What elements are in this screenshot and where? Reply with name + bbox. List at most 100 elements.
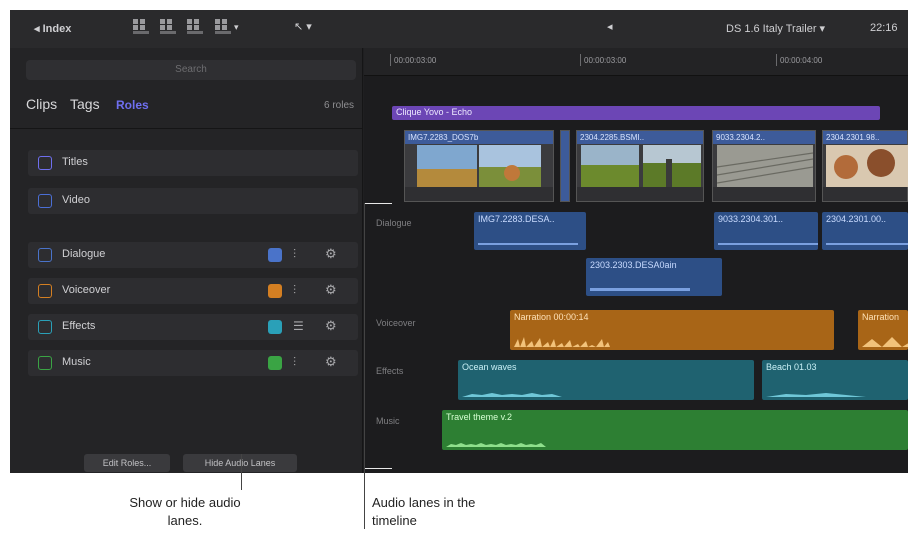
- role-row-voiceover[interactable]: Voiceover ⫶ ⚙: [28, 278, 358, 304]
- role-row-titles[interactable]: Titles: [28, 150, 358, 176]
- lane-label: Effects: [376, 366, 404, 376]
- checkbox-icon[interactable]: [38, 156, 52, 170]
- edit-roles-button[interactable]: Edit Roles...: [84, 454, 170, 472]
- checkbox-icon[interactable]: [38, 356, 52, 370]
- filmstrip-view-icon[interactable]: [160, 19, 176, 37]
- collapse-lane-icon[interactable]: ☰: [293, 319, 304, 333]
- toolbar: ◂ Index ▾ ↖ ▾ ◂ DS 1.6 Italy Trailer ▾ 2…: [10, 10, 908, 48]
- lane-marker-top: [364, 203, 392, 204]
- ruler-timecode: 00:00:03:00: [584, 56, 627, 65]
- clip-name: 9033.2304.2..: [713, 131, 815, 144]
- voiceover-lane: Voiceover Narration 00:00:14 Narration: [364, 308, 908, 350]
- focus-lane-icon[interactable]: [268, 356, 282, 370]
- audio-clip[interactable]: Travel theme v.2: [442, 410, 908, 450]
- clip-name: 2304.2285.BSMI..: [577, 131, 703, 144]
- role-label: Dialogue: [62, 248, 106, 260]
- role-label: Music: [62, 356, 91, 368]
- tab-tags[interactable]: Tags: [70, 96, 100, 112]
- clip-thumbnail: [826, 145, 908, 187]
- audio-clip[interactable]: Narration 00:00:14: [510, 310, 834, 350]
- focus-lane-icon[interactable]: [268, 320, 282, 334]
- title-clip-label: Clique Yovo - Echo: [396, 107, 473, 117]
- audio-clip[interactable]: 9033.2304.301..: [714, 212, 818, 250]
- audio-clip[interactable]: IMG7.2283.DESA..: [474, 212, 586, 250]
- back-icon[interactable]: ◂: [607, 20, 613, 33]
- gear-icon[interactable]: ⚙: [325, 282, 337, 298]
- role-row-dialogue[interactable]: Dialogue ⫶ ⚙: [28, 242, 358, 268]
- chevron-down-icon[interactable]: ▾: [234, 22, 239, 33]
- audio-view-icon[interactable]: [215, 19, 231, 37]
- dialogue-lane: Dialogue IMG7.2283.DESA.. 9033.2304.301.…: [364, 208, 908, 300]
- collapse-lane-icon[interactable]: ⫶: [293, 247, 296, 262]
- video-clip[interactable]: 9033.2304.2..: [712, 130, 816, 202]
- role-label: Effects: [62, 320, 96, 332]
- clip-name: Beach 01.03: [766, 362, 817, 372]
- tab-roles[interactable]: Roles: [116, 98, 149, 112]
- library-toggle-button[interactable]: ◂ Index: [28, 21, 77, 37]
- clip-name: Narration 00:00:14: [514, 312, 589, 322]
- final-cut-window: ◂ Index ▾ ↖ ▾ ◂ DS 1.6 Italy Trailer ▾ 2…: [10, 10, 908, 473]
- video-clip[interactable]: 2304.2301.98..: [822, 130, 908, 202]
- lane-label: Music: [376, 416, 400, 426]
- effects-lane: Effects Ocean waves Beach 01.03: [364, 358, 908, 400]
- role-row-music[interactable]: Music ⫶ ⚙: [28, 350, 358, 376]
- divider: [10, 128, 363, 129]
- clip-view-icon[interactable]: [133, 19, 149, 37]
- audio-clip[interactable]: 2303.2303.DESA0ain: [586, 258, 722, 296]
- collapse-lane-icon[interactable]: ⫶: [293, 283, 296, 298]
- collapse-lane-icon[interactable]: ⫶: [293, 355, 296, 370]
- audio-clip[interactable]: 2304.2301.00..: [822, 212, 908, 250]
- audio-clip[interactable]: Beach 01.03: [762, 360, 908, 400]
- gear-icon[interactable]: ⚙: [325, 246, 337, 262]
- clip-name: 9033.2304.301..: [718, 214, 784, 224]
- clip-name: IMG7.2283.DESA..: [478, 214, 555, 224]
- clip-name: 2304.2301.98..: [823, 131, 907, 144]
- clip-name: Narration: [862, 312, 900, 322]
- timeline[interactable]: 00:00:03:00 00:00:03:00 00:00:04:00 Cliq…: [364, 48, 908, 473]
- checkbox-icon[interactable]: [38, 194, 52, 208]
- gear-icon[interactable]: ⚙: [325, 354, 337, 370]
- video-clip[interactable]: 2304.2285.BSMI..: [576, 130, 704, 202]
- video-clip[interactable]: IMG7.2283_DOS7b: [404, 130, 554, 202]
- clip-name: IMG7.2283_DOS7b: [405, 131, 553, 144]
- index-tabs: Clips Tags Roles 6 roles: [26, 96, 356, 118]
- project-name-menu[interactable]: DS 1.6 Italy Trailer ▾: [726, 22, 825, 35]
- clip-name: Travel theme v.2: [446, 412, 513, 422]
- clip-name: Ocean waves: [462, 362, 517, 372]
- focus-lane-icon[interactable]: [268, 248, 282, 262]
- callout-line: [241, 454, 242, 490]
- transition[interactable]: [560, 130, 570, 202]
- project-duration: 22:16: [870, 22, 898, 34]
- checkbox-icon[interactable]: [38, 248, 52, 262]
- role-label: Titles: [62, 156, 88, 168]
- clip-name: 2304.2301.00..: [826, 214, 887, 224]
- callout-show-hide: Show or hide audio lanes.: [129, 495, 241, 528]
- tool-menu[interactable]: ↖ ▾: [294, 20, 312, 33]
- index-footer: Edit Roles... Hide Audio Lanes: [10, 452, 363, 472]
- lane-marker-bottom: [364, 468, 392, 469]
- audio-clip[interactable]: Ocean waves: [458, 360, 754, 400]
- role-row-effects[interactable]: Effects ☰ ⚙: [28, 314, 358, 340]
- tab-clips[interactable]: Clips: [26, 96, 57, 112]
- audio-clip[interactable]: Narration: [858, 310, 908, 350]
- search-field[interactable]: Search: [26, 60, 356, 80]
- callout-audio-lanes: Audio lanes in the timeline: [372, 495, 476, 528]
- role-row-video[interactable]: Video: [28, 188, 358, 214]
- lane-label: Voiceover: [376, 318, 416, 328]
- clip-thumbnail: [417, 145, 541, 187]
- timeline-ruler[interactable]: 00:00:03:00 00:00:03:00 00:00:04:00: [364, 48, 908, 76]
- clip-name: 2303.2303.DESA0ain: [590, 260, 677, 270]
- title-clip[interactable]: Clique Yovo - Echo: [392, 106, 880, 120]
- callout-line: [364, 203, 365, 529]
- ruler-timecode: 00:00:03:00: [394, 56, 437, 65]
- ruler-timecode: 00:00:04:00: [780, 56, 823, 65]
- music-lane: Music Travel theme v.2: [364, 408, 908, 452]
- list-view-icon[interactable]: [187, 19, 203, 37]
- role-label: Video: [62, 194, 90, 206]
- hide-audio-lanes-button[interactable]: Hide Audio Lanes: [183, 454, 297, 472]
- focus-lane-icon[interactable]: [268, 284, 282, 298]
- role-count: 6 roles: [323, 100, 354, 111]
- checkbox-icon[interactable]: [38, 284, 52, 298]
- checkbox-icon[interactable]: [38, 320, 52, 334]
- gear-icon[interactable]: ⚙: [325, 318, 337, 334]
